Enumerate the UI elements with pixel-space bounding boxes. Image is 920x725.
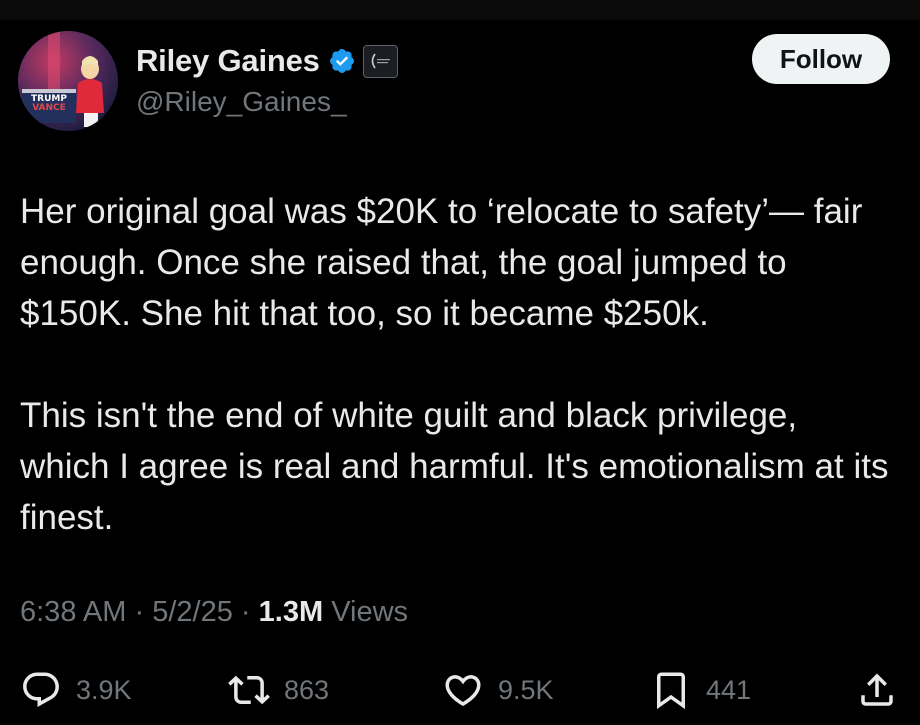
- meta-separator: ·: [134, 596, 145, 628]
- follow-button[interactable]: Follow: [752, 34, 890, 84]
- author-handle[interactable]: @Riley_Gaines_: [136, 86, 347, 118]
- bookmark-icon: [650, 669, 692, 711]
- top-edge-strip: [0, 0, 920, 20]
- views-count: 1.3M: [258, 596, 324, 628]
- reply-count: 3.9K: [76, 674, 132, 705]
- bookmark-button[interactable]: 441: [650, 670, 751, 710]
- share-button[interactable]: [856, 670, 898, 710]
- tweet-paragraph: This isn't the end of white guilt and bl…: [20, 396, 889, 537]
- author-name-row: Riley Gaines: [136, 41, 398, 81]
- tweet-meta: 6:38 AM · 5/2/25 · 1.3M Views: [20, 596, 408, 629]
- views-label: Views: [331, 596, 409, 628]
- avatar-podium-sign: TRUMP VANCE: [25, 95, 73, 113]
- reply-icon: [20, 669, 62, 711]
- like-count: 9.5K: [498, 674, 554, 705]
- meta-separator: ·: [240, 596, 251, 628]
- verified-badge-icon[interactable]: [328, 47, 356, 75]
- avatar-sign-line-2: VANCE: [32, 103, 66, 113]
- bookmark-count: 441: [706, 674, 752, 705]
- tweet-date[interactable]: 5/2/25: [152, 596, 233, 628]
- heart-icon: [442, 669, 484, 711]
- tweet-paragraph: Her original goal was $20K to ‘relocate …: [20, 192, 863, 333]
- share-icon: [856, 669, 898, 711]
- affiliate-badge-icon[interactable]: [362, 44, 398, 78]
- reply-button[interactable]: 3.9K: [20, 670, 132, 710]
- repost-button[interactable]: 863: [228, 670, 329, 710]
- repost-icon: [228, 669, 270, 711]
- repost-count: 863: [284, 674, 330, 705]
- avatar[interactable]: TRUMP VANCE: [18, 31, 118, 131]
- tweet-time[interactable]: 6:38 AM: [20, 596, 126, 628]
- author-display-name[interactable]: Riley Gaines: [136, 43, 320, 79]
- like-button[interactable]: 9.5K: [442, 670, 554, 710]
- tweet-text: Her original goal was $20K to ‘relocate …: [20, 186, 890, 543]
